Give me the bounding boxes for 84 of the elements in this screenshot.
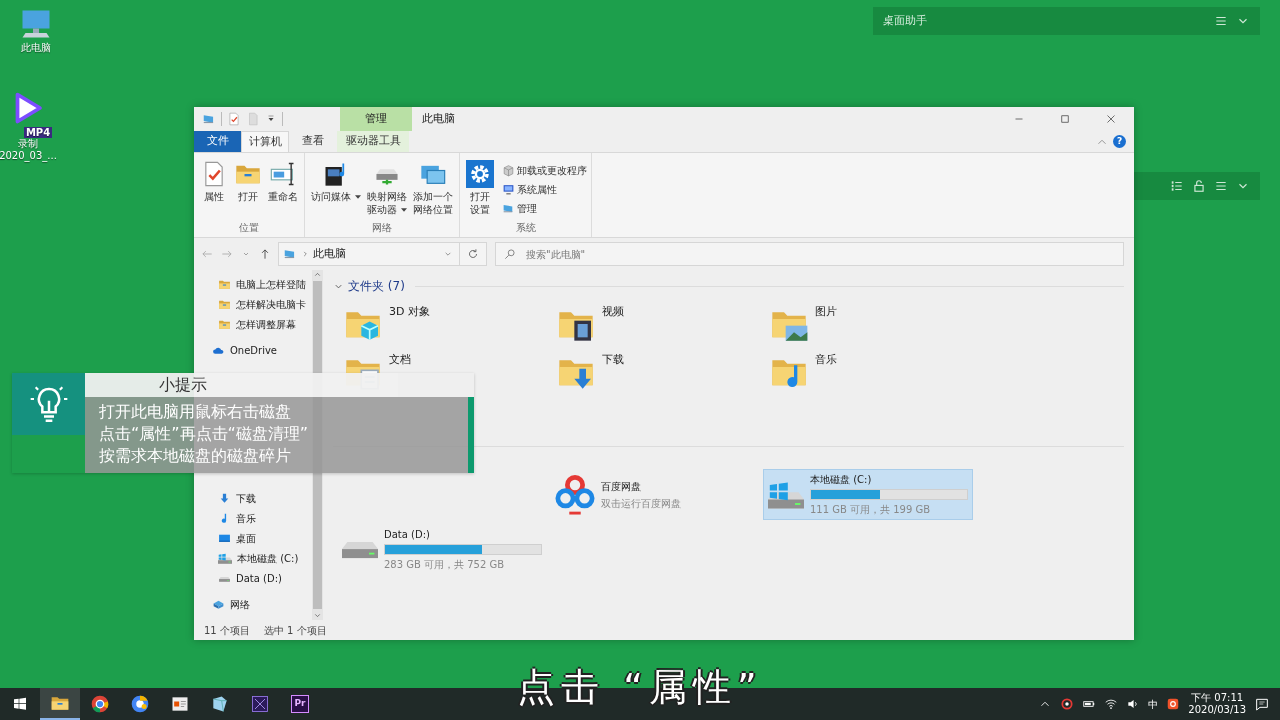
wifi-icon[interactable] bbox=[1104, 697, 1119, 711]
subtitle: 点击 “属性” bbox=[517, 664, 763, 711]
ribbon-button[interactable]: 系统属性 bbox=[502, 180, 587, 199]
ring-icon[interactable] bbox=[1060, 697, 1075, 711]
nav-item[interactable]: OneDrive bbox=[194, 340, 312, 360]
group-label: 网络 bbox=[371, 221, 393, 235]
app-icon bbox=[250, 694, 270, 714]
lightbulb-icon bbox=[28, 384, 69, 424]
nav-item[interactable]: 下载 bbox=[194, 488, 312, 508]
group-label: 系统 bbox=[514, 221, 537, 235]
menu-icon[interactable] bbox=[1214, 179, 1228, 193]
ribbon-button[interactable]: 访问媒体 bbox=[309, 157, 363, 220]
ribbon-tab[interactable]: 计算机 bbox=[241, 131, 289, 152]
drive-item[interactable]: 本地磁盘 (C:) 111 GB 可用，共 199 GB bbox=[763, 469, 973, 520]
ribbon-button[interactable]: 映射网络 驱动器 bbox=[365, 157, 409, 220]
ribbon-button[interactable]: 属性 bbox=[198, 157, 230, 220]
input-method-indicator[interactable]: 中 bbox=[1148, 696, 1159, 712]
slides-icon bbox=[170, 694, 190, 714]
nav-item[interactable]: 桌面 bbox=[194, 528, 312, 548]
scroll-down-icon[interactable] bbox=[313, 611, 322, 620]
chrome-icon bbox=[90, 694, 110, 714]
nav-item[interactable]: 电脑上怎样登陆 bbox=[194, 274, 312, 294]
ribbon-tab[interactable]: 文件 bbox=[194, 131, 241, 152]
clock[interactable]: 下午 07:11 2020/03/13 bbox=[1188, 692, 1246, 716]
ribbon-tab[interactable]: 驱动器工具 bbox=[337, 131, 409, 152]
refresh-icon bbox=[466, 247, 480, 261]
drive-item[interactable]: 百度网盘 双击运行百度网盘 bbox=[550, 469, 760, 520]
browser-icon bbox=[130, 694, 150, 714]
group-label: 位置 bbox=[238, 221, 260, 235]
context-tab-label: 管理 bbox=[340, 107, 412, 131]
section-header[interactable]: 文件夹 (7) bbox=[348, 277, 405, 295]
search-field[interactable]: 搜索"此电脑" bbox=[495, 242, 1124, 266]
window-title: 此电脑 bbox=[422, 110, 455, 127]
status-text: 选中 1 个项目 bbox=[263, 623, 327, 638]
folder-item[interactable]: 视频 bbox=[556, 304, 769, 346]
box-icon bbox=[502, 164, 515, 177]
notification-icon[interactable] bbox=[1254, 696, 1270, 712]
computer-icon[interactable] bbox=[202, 112, 216, 126]
rename-field-icon bbox=[269, 160, 297, 188]
ribbon-button[interactable]: 添加一个 网络位置 bbox=[411, 157, 455, 220]
scroll-up-icon[interactable] bbox=[313, 270, 322, 279]
lock-icon[interactable] bbox=[1192, 179, 1206, 193]
ribbon-button[interactable]: 重命名 bbox=[266, 157, 300, 220]
ribbon-button[interactable]: 打开 设置 bbox=[464, 157, 496, 220]
status-text: 11 个项目 bbox=[204, 623, 250, 638]
help-icon[interactable]: ? bbox=[1113, 135, 1126, 148]
nav-item[interactable]: 怎样解决电脑卡 bbox=[194, 294, 312, 314]
windows-drive-icon bbox=[218, 552, 232, 564]
cloud-circles-icon bbox=[555, 473, 595, 516]
file-type-label: MP4 bbox=[23, 127, 53, 138]
nav-item[interactable]: 本地磁盘 (C:) bbox=[194, 548, 312, 568]
drive-item[interactable]: Data (D:) 283 GB 可用，共 752 GB bbox=[337, 524, 547, 575]
tip-title: 小提示 bbox=[85, 373, 398, 397]
nav-item[interactable]: 音乐 bbox=[194, 508, 312, 528]
folder-item[interactable]: 图片 bbox=[769, 304, 982, 346]
panel-title: 桌面助手 bbox=[883, 12, 927, 29]
computer-icon bbox=[283, 247, 297, 261]
ribbon-tab[interactable]: 查看 bbox=[289, 131, 337, 152]
address-field[interactable]: 此电脑 bbox=[278, 242, 460, 266]
checked-document-icon[interactable] bbox=[227, 112, 241, 126]
ribbon-button[interactable]: 卸载或更改程序 bbox=[502, 161, 587, 180]
nav-item[interactable]: 怎样调整屏幕 bbox=[194, 314, 312, 334]
nav-item[interactable]: Data (D:) bbox=[194, 568, 312, 588]
tray-app-icon[interactable] bbox=[1166, 697, 1181, 711]
folder-item[interactable]: 3D 对象 bbox=[343, 304, 556, 346]
ribbon-button[interactable]: 管理 bbox=[502, 199, 587, 218]
drive-icon bbox=[342, 539, 378, 560]
premiere-icon: Pr bbox=[291, 695, 309, 713]
tip-text: 打开此电脑用鼠标右击磁盘 点击“属性”再点击“磁盘清理” 按需求本地磁盘的磁盘碎片 bbox=[85, 397, 474, 473]
windows-logo-icon bbox=[12, 696, 28, 712]
gem-icon bbox=[210, 694, 230, 714]
ribbon-button[interactable]: 打开 bbox=[232, 157, 264, 220]
menu-icon[interactable] bbox=[1214, 14, 1228, 28]
taskbar-button[interactable] bbox=[40, 688, 80, 720]
folder-item[interactable]: 音乐 bbox=[769, 352, 982, 394]
settings-icon bbox=[466, 160, 494, 188]
maximize-icon bbox=[1058, 112, 1072, 126]
nav-item[interactable]: 网络 bbox=[194, 594, 312, 614]
folder-item[interactable]: 下载 bbox=[556, 352, 769, 394]
list-icon[interactable] bbox=[1170, 179, 1184, 193]
taskbar-button[interactable]: Pr bbox=[280, 688, 320, 720]
refresh-button[interactable] bbox=[459, 242, 487, 266]
computer-icon bbox=[502, 202, 515, 215]
monitor-icon bbox=[502, 183, 515, 196]
